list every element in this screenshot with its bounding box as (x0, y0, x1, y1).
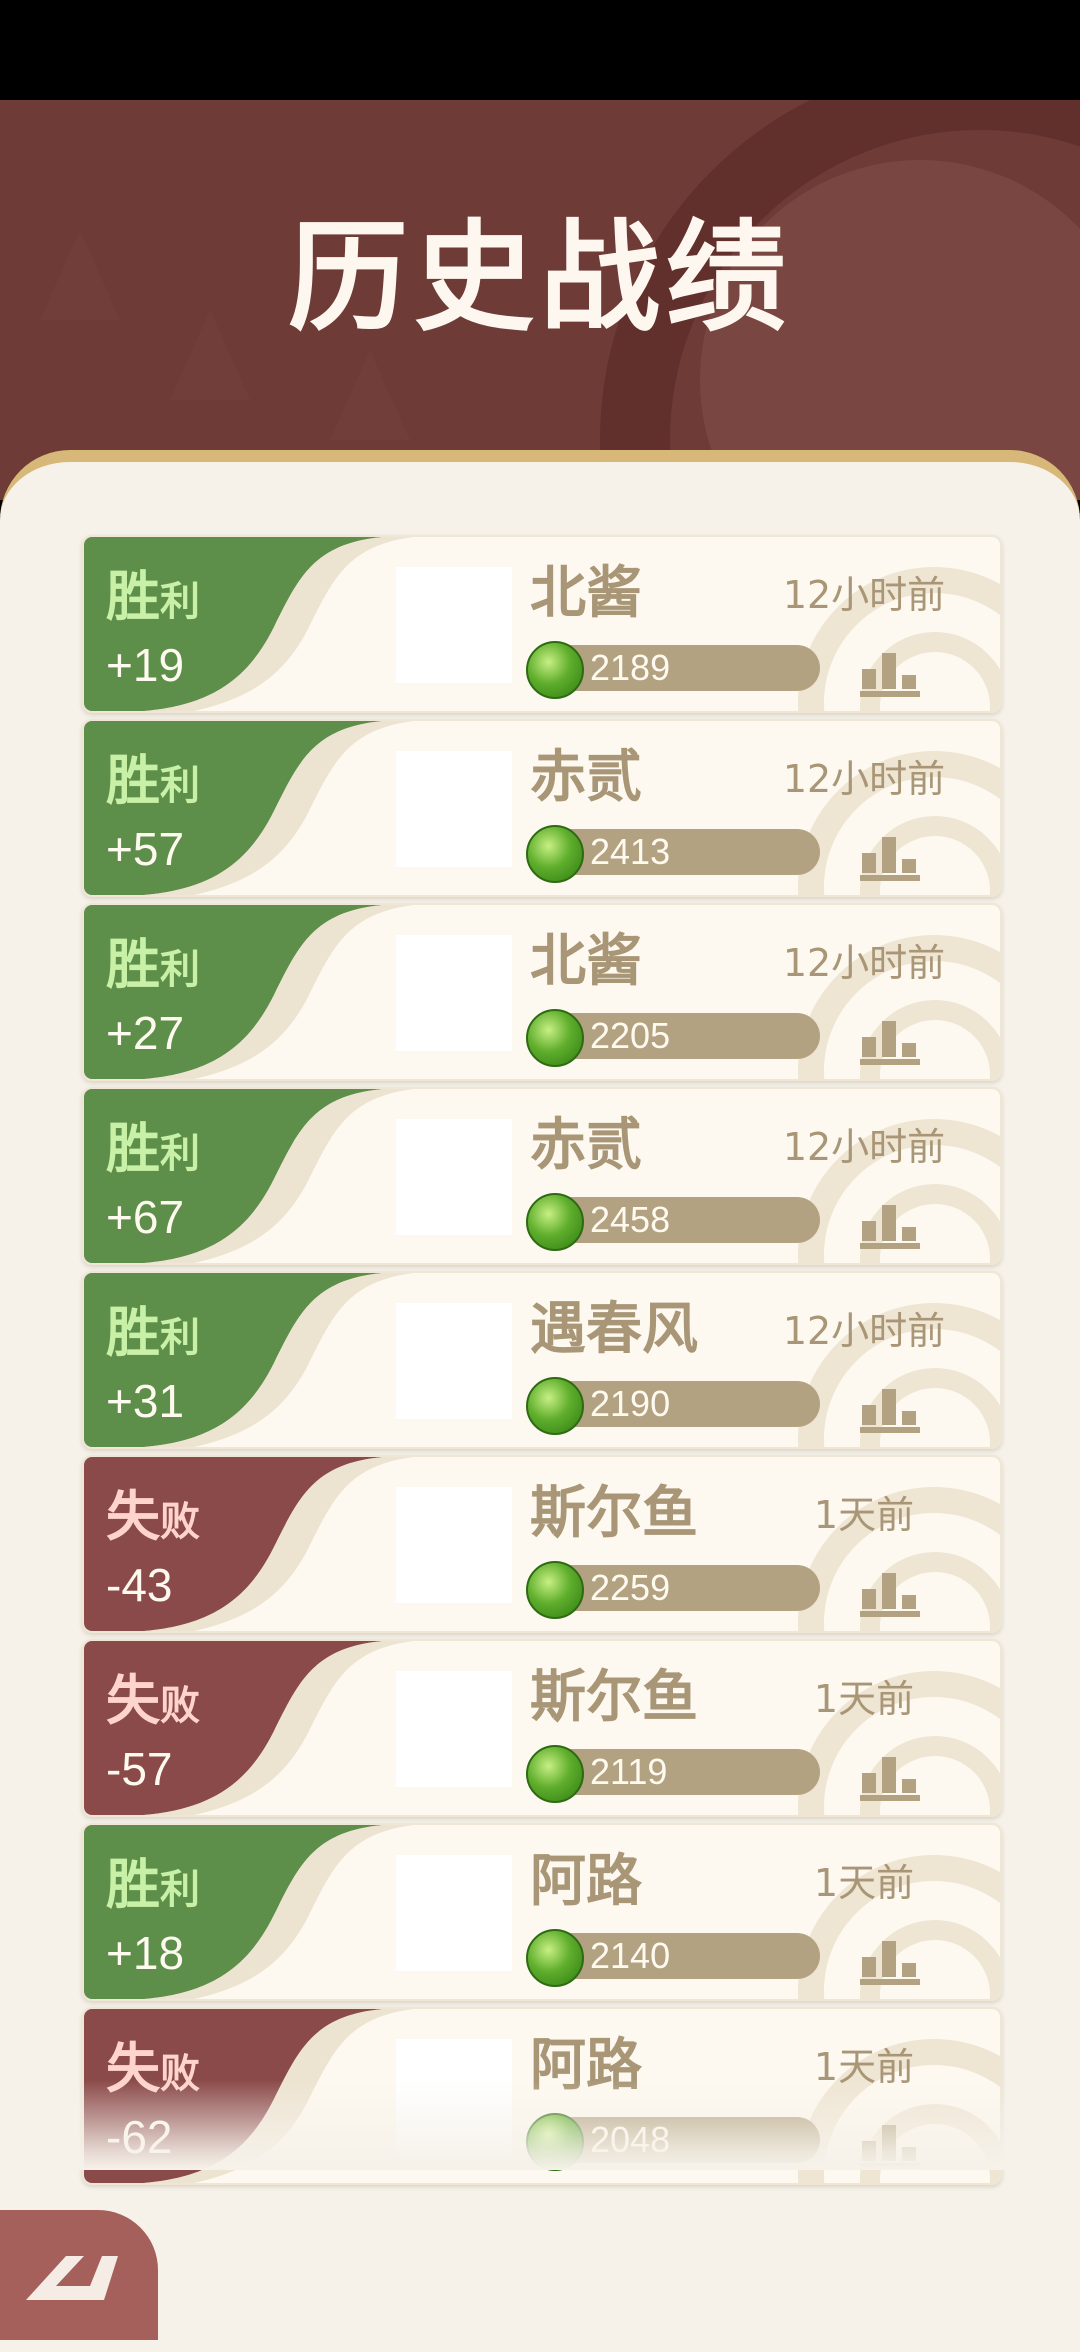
opponent-rating: 2190 (590, 1383, 671, 1424)
rating-pill: 2205 (526, 1009, 820, 1067)
result-label: 失败 (106, 1669, 200, 1732)
bar-chart-icon[interactable] (860, 1017, 920, 1065)
back-arrow-icon (26, 2256, 118, 2300)
header-banner: 历史战绩 (0, 100, 1080, 500)
bar-chart-icon[interactable] (860, 1937, 920, 1985)
page-title: 历史战绩 (288, 209, 792, 348)
bar-chart-icon[interactable] (860, 1385, 920, 1433)
match-record-card[interactable]: 胜利 +27 北酱 12小时前 2205 (82, 903, 1002, 1081)
result-label: 胜利 (106, 565, 200, 628)
result-label: 失败 (106, 1485, 200, 1548)
opponent-avatar[interactable] (396, 751, 512, 867)
match-time: 12小时前 (782, 1125, 946, 1169)
score-change: +31 (106, 1375, 185, 1427)
opponent-avatar[interactable] (396, 1671, 512, 1787)
score-change: +27 (106, 1007, 185, 1059)
result-label: 胜利 (106, 1117, 200, 1180)
score-change: -43 (106, 1559, 173, 1611)
match-time: 1天前 (813, 1861, 915, 1905)
match-record-card[interactable]: 失败 -43 斯尔鱼 1天前 2259 (82, 1455, 1002, 1633)
match-time: 12小时前 (782, 573, 946, 617)
rating-pill: 2413 (526, 825, 820, 883)
match-record-card[interactable]: 胜利 +18 阿路 1天前 2140 (82, 1823, 1002, 2001)
opponent-name: 赤贰 (530, 745, 642, 810)
rating-pill: 2458 (526, 1193, 820, 1251)
opponent-name: 赤贰 (530, 1113, 642, 1178)
green-gem-icon (526, 1745, 584, 1803)
match-record-card[interactable]: 胜利 +19 北酱 12小时前 2189 (82, 535, 1002, 713)
rating-pill: 2119 (526, 1745, 820, 1803)
opponent-name: 北酱 (530, 561, 642, 626)
opponent-rating: 2189 (590, 647, 671, 688)
green-gem-icon (526, 1561, 584, 1619)
green-gem-icon (526, 1377, 584, 1435)
opponent-rating: 2205 (590, 1015, 671, 1056)
match-history-list: 胜利 +19 北酱 12小时前 2189 胜利 +57 赤贰 12小时前 241… (82, 535, 1002, 2191)
banner-pattern (330, 350, 410, 440)
match-time: 12小时前 (782, 1309, 946, 1353)
opponent-name: 阿路 (530, 1849, 642, 1914)
opponent-name: 遇春风 (530, 1297, 698, 1362)
list-fade-overlay (60, 2080, 1020, 2170)
rating-pill: 2190 (526, 1377, 820, 1435)
green-gem-icon (526, 1929, 584, 1987)
result-label: 胜利 (106, 1301, 200, 1364)
opponent-rating: 2413 (590, 831, 671, 872)
bar-chart-icon[interactable] (860, 1569, 920, 1617)
bar-chart-icon[interactable] (860, 833, 920, 881)
result-label: 胜利 (106, 749, 200, 812)
match-record-card[interactable]: 胜利 +31 遇春风 12小时前 2190 (82, 1271, 1002, 1449)
opponent-avatar[interactable] (396, 1855, 512, 1971)
opponent-rating: 2458 (590, 1199, 671, 1240)
rating-pill: 2259 (526, 1561, 820, 1619)
opponent-avatar[interactable] (396, 1487, 512, 1603)
score-change: +57 (106, 823, 185, 875)
opponent-rating: 2140 (590, 1935, 671, 1976)
green-gem-icon (526, 641, 584, 699)
green-gem-icon (526, 825, 584, 883)
opponent-avatar[interactable] (396, 567, 512, 683)
green-gem-icon (526, 1193, 584, 1251)
opponent-rating: 2259 (590, 1567, 671, 1608)
opponent-name: 北酱 (530, 929, 642, 994)
green-gem-icon (526, 1009, 584, 1067)
bar-chart-icon[interactable] (860, 1753, 920, 1801)
match-time: 1天前 (813, 1677, 915, 1721)
bar-chart-icon[interactable] (860, 1201, 920, 1249)
bar-chart-icon[interactable] (860, 649, 920, 697)
opponent-avatar[interactable] (396, 935, 512, 1051)
match-record-card[interactable]: 胜利 +57 赤贰 12小时前 2413 (82, 719, 1002, 897)
opponent-rating: 2119 (590, 1751, 668, 1792)
result-label: 胜利 (106, 933, 200, 996)
match-record-card[interactable]: 失败 -57 斯尔鱼 1天前 2119 (82, 1639, 1002, 1817)
match-time: 1天前 (813, 1493, 915, 1537)
score-change: -57 (106, 1743, 173, 1795)
score-change: +19 (106, 639, 185, 691)
result-label: 胜利 (106, 1853, 200, 1916)
back-button[interactable] (0, 2210, 158, 2340)
opponent-name: 斯尔鱼 (530, 1481, 698, 1546)
score-change: +67 (106, 1191, 185, 1243)
score-change: +18 (106, 1927, 185, 1979)
opponent-avatar[interactable] (396, 1303, 512, 1419)
opponent-name: 斯尔鱼 (530, 1665, 698, 1730)
rating-pill: 2140 (526, 1929, 820, 1987)
match-time: 12小时前 (782, 941, 946, 985)
rating-pill: 2189 (526, 641, 820, 699)
opponent-avatar[interactable] (396, 1119, 512, 1235)
match-record-card[interactable]: 胜利 +67 赤贰 12小时前 2458 (82, 1087, 1002, 1265)
status-bar (0, 0, 1080, 100)
match-time: 12小时前 (782, 757, 946, 801)
